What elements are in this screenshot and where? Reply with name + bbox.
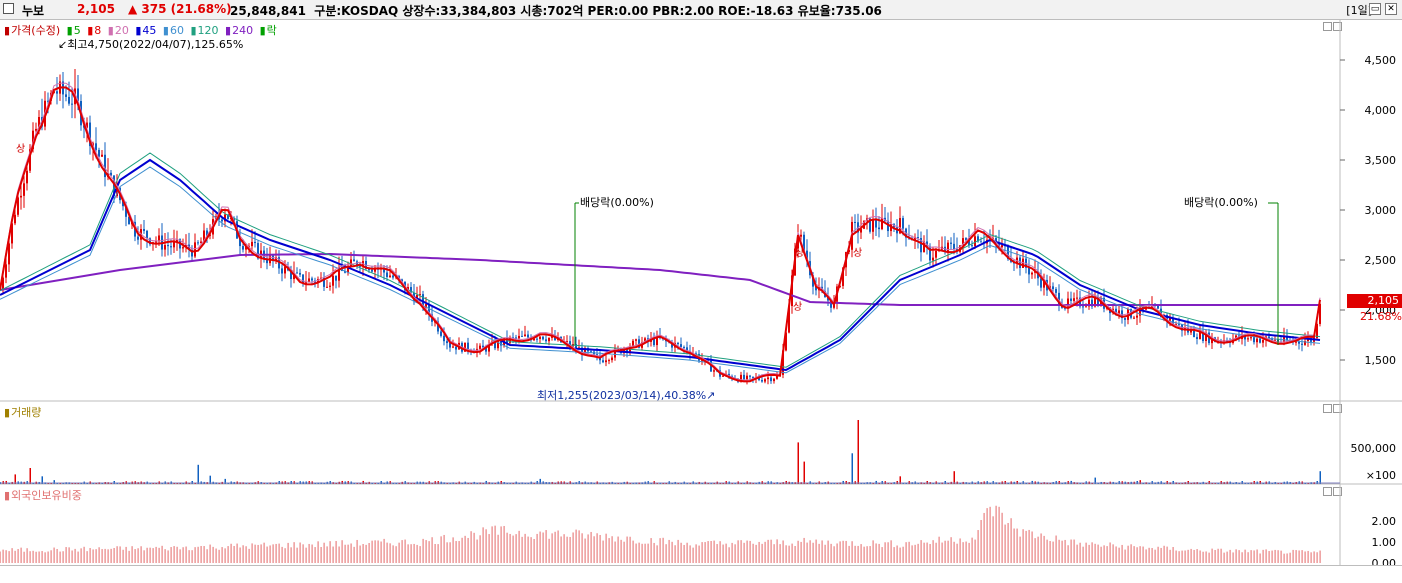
- volume-panel: ▮거래량: [0, 402, 1402, 484]
- stock-info: 25,848,841 구분:KOSDAQ 상장수:33,384,803 시총:7…: [230, 2, 882, 19]
- legend-ex-dividend: 락: [266, 24, 277, 37]
- change-percent: (21.68%): [170, 2, 232, 16]
- pane-maximize-button[interactable]: [1333, 487, 1342, 496]
- upper-limit-marker: 상: [793, 302, 803, 313]
- pane-minimize-button[interactable]: [1323, 22, 1332, 31]
- dividend-annotation-2: 배당락(0.00%): [1184, 196, 1258, 209]
- x-axis: [0, 565, 1402, 583]
- pane-maximize-button[interactable]: [1333, 404, 1342, 413]
- low-annotation: 최저1,255(2023/03/14),40.38%↗: [537, 389, 716, 402]
- price-panel: ▮가격(수정) ▮5 ▮8 ▮20 ▮45 ▮60 ▮120 ▮240 ▮락: [0, 20, 1402, 401]
- current-percent-label: 21.68%: [1360, 310, 1402, 323]
- current-price-tag: 2,105: [1347, 294, 1402, 308]
- volume-legend: ▮거래량: [4, 406, 42, 419]
- price-change: ▲ 375 (21.68%): [128, 2, 232, 16]
- foreign-legend: ▮외국인보유비중: [4, 489, 82, 502]
- dividend-annotation-1: 배당락(0.00%): [580, 196, 654, 209]
- high-annotation: ↙최고4,750(2022/04/07),125.65%: [58, 38, 244, 51]
- select-checkbox[interactable]: [3, 3, 14, 14]
- pane-minimize-button[interactable]: [1323, 404, 1332, 413]
- foreign-panel: ▮외국인보유비중: [0, 485, 1402, 564]
- upper-limit-marker: 상: [16, 144, 26, 155]
- volume-legend-label: 거래량: [11, 406, 42, 419]
- up-arrow-icon: ▲: [128, 2, 138, 16]
- current-price: 2,105: [77, 2, 115, 16]
- upper-limit-marker: 상: [853, 248, 863, 259]
- change-amount: 375: [141, 2, 167, 16]
- foreign-legend-label: 외국인보유비중: [11, 489, 82, 502]
- stock-name: 누보: [22, 4, 45, 18]
- info-bar: 누보 2,105 ▲ 375 (21.68%) 25,848,841 구분:KO…: [0, 0, 1402, 20]
- pane-minimize-button[interactable]: [1323, 487, 1332, 496]
- fundamentals-text: 구분:KOSDAQ 상장수:33,384,803 시총:702억 PER:0.0…: [314, 4, 882, 18]
- maximize-icon[interactable]: ▭: [1369, 3, 1381, 15]
- high-annotation-text: 최고4,750(2022/04/07),125.65%: [67, 38, 244, 51]
- low-annotation-text: 최저1,255(2023/03/14),40.38%: [537, 389, 707, 402]
- volume-value: 25,848,841: [230, 4, 306, 18]
- close-icon[interactable]: ✕: [1385, 3, 1397, 15]
- legend-price: 가격(수정): [11, 24, 61, 37]
- upper-limit-marker: 상: [795, 248, 805, 259]
- pane-maximize-button[interactable]: [1333, 22, 1342, 31]
